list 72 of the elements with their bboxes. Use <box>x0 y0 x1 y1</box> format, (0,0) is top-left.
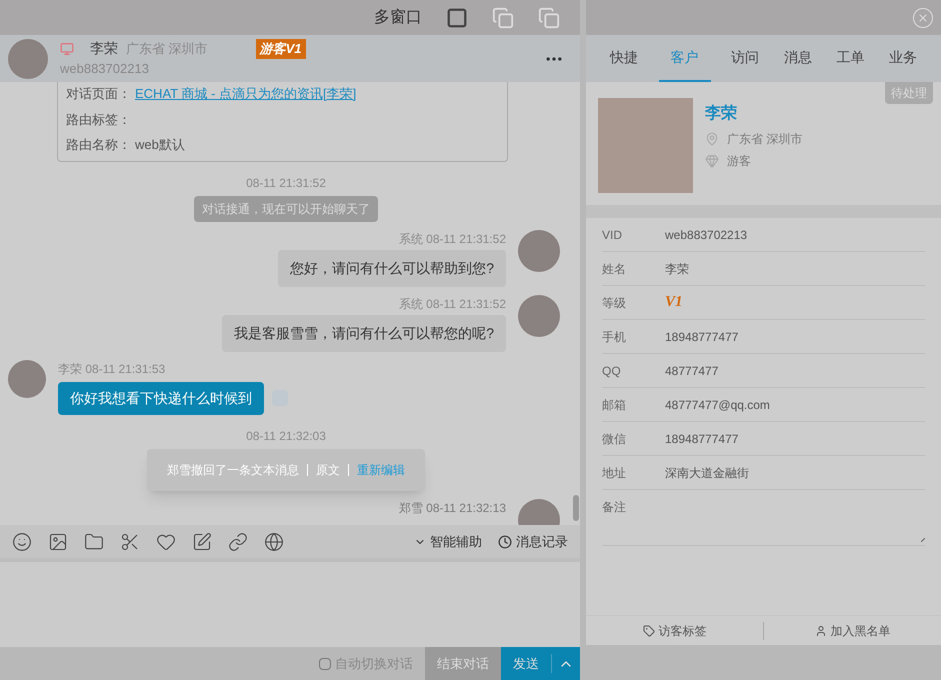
field-label: 等级 <box>602 294 627 312</box>
maximize-icon[interactable] <box>446 6 468 28</box>
agent-avatar <box>518 230 560 272</box>
field-label: 姓名 <box>602 260 627 278</box>
tab[interactable]: 工单 <box>832 35 868 82</box>
route-value: web默认 <box>135 136 185 154</box>
tab[interactable]: 消息 <box>780 35 816 82</box>
blacklist-button[interactable]: 加入黑名单 <box>764 622 941 640</box>
history-button[interactable]: 消息记录 <box>498 532 568 552</box>
folder-icon[interactable] <box>84 532 104 552</box>
visitor-id: web883702213 <box>60 60 150 78</box>
message-bubble: 您好，请问有什么可以帮助到您? <box>278 250 506 286</box>
level-value: V1 <box>665 293 683 312</box>
visitor-tag-button[interactable]: 访客标签 <box>586 622 764 640</box>
message-meta: 李荣 08-11 21:31:53 <box>58 360 166 378</box>
image-icon[interactable] <box>48 532 68 552</box>
scrollbar[interactable] <box>573 495 579 521</box>
visitor-name: 李荣 <box>90 39 118 58</box>
field-value: 18948777477 <box>665 430 738 448</box>
field-value: web883702213 <box>665 226 748 244</box>
person-icon <box>814 624 826 636</box>
window-title: 多窗口 <box>374 8 422 28</box>
page-link[interactable]: ECHAT 商城 - 点滴只为您的资讯[李荣] <box>135 84 356 104</box>
route-label: 对话页面： <box>66 85 131 103</box>
heart-icon[interactable] <box>156 532 176 552</box>
message-meta: 系统 08-11 21:31:52 <box>398 296 506 312</box>
diamond-icon <box>705 154 719 168</box>
field-label: 邮箱 <box>602 396 627 414</box>
field-label: 地址 <box>602 464 627 482</box>
field-label: VID <box>602 226 624 244</box>
assist-button[interactable]: 智能辅助 <box>414 532 482 552</box>
clock-icon <box>498 534 512 548</box>
visitor-avatar <box>8 360 46 398</box>
profile-type: 游客 <box>727 153 751 170</box>
message-meta: 郑雪 08-11 21:32:13 <box>398 500 506 514</box>
field-value: 48777477@qq.com <box>665 396 770 414</box>
location-icon <box>705 132 719 146</box>
tab[interactable]: 业务 <box>884 35 921 82</box>
edit-icon[interactable] <box>192 532 212 552</box>
field-label: 备注 <box>602 499 627 516</box>
link-icon[interactable] <box>228 532 248 552</box>
scissors-icon[interactable] <box>120 532 140 552</box>
field-label: 微信 <box>602 430 627 448</box>
tab[interactable]: 访问 <box>727 35 764 82</box>
field-value: 李荣 <box>665 260 689 278</box>
agent-avatar <box>518 294 560 336</box>
desktop-icon <box>60 42 74 56</box>
field-label: QQ <box>602 362 622 380</box>
globe-icon[interactable] <box>264 532 284 552</box>
tag-icon <box>642 624 654 636</box>
smiley-icon[interactable] <box>12 532 32 552</box>
profile-name: 李荣 <box>705 104 738 124</box>
profile-location: 广东省 深圳市 <box>727 131 802 148</box>
visitor-location: 广东省 深圳市 <box>126 40 208 58</box>
system-notice: 对话接通，现在可以开始聊天了 <box>194 196 378 222</box>
message-meta: 系统 08-11 21:31:52 <box>398 230 506 248</box>
message-bubble: 你好我想看下快递什么时候到 <box>58 382 264 414</box>
timestamp: 08-11 21:32:03 <box>246 428 326 444</box>
resize-grip-icon[interactable] <box>921 538 925 542</box>
message-input[interactable] <box>0 558 580 647</box>
recall-text: 郑雪撤回了一条文本消息 <box>167 462 299 478</box>
field-value: 深南大道金融街 <box>665 464 749 482</box>
visitor-avatar <box>8 38 48 78</box>
visitor-badge: 游客V1 <box>256 39 306 58</box>
field-value: 18948777477 <box>665 328 738 346</box>
route-label: 路由标签： <box>66 110 131 128</box>
field-label: 手机 <box>602 328 627 346</box>
field-value: 48777477 <box>665 362 718 380</box>
timestamp: 08-11 21:31:52 <box>246 174 326 192</box>
message-bubble: 我是客服雪雪，请问有什么可以帮您的呢? <box>222 314 506 352</box>
route-label: 路由名称： <box>66 136 131 154</box>
tab[interactable]: 快捷 <box>606 35 642 82</box>
